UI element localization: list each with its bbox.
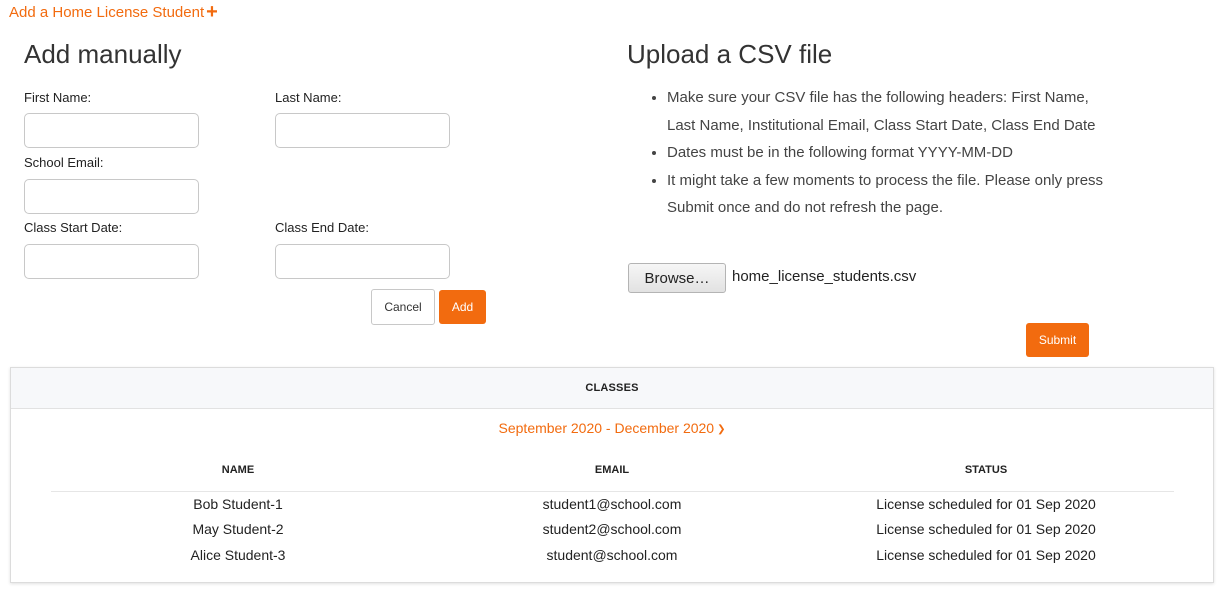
class-end-date-label: Class End Date:: [275, 220, 369, 235]
first-name-input[interactable]: [24, 113, 199, 148]
cancel-button[interactable]: Cancel: [371, 289, 435, 325]
instruction-item: Make sure your CSV file has the followin…: [667, 84, 1108, 139]
last-name-label: Last Name:: [275, 90, 342, 105]
add-manually-title: Add manually: [24, 39, 182, 69]
student-status: License scheduled for 01 Sep 2020: [876, 496, 1096, 512]
first-name-label: First Name:: [24, 90, 92, 105]
classes-header: CLASSES: [11, 368, 1213, 409]
student-status: License scheduled for 01 Sep 2020: [876, 547, 1096, 563]
instruction-item: It might take a few moments to process t…: [667, 167, 1108, 222]
class-end-date-input[interactable]: [275, 244, 450, 279]
class-start-date-label: Class Start Date:: [24, 220, 123, 235]
class-start-date-input[interactable]: [24, 244, 199, 279]
column-header-status: STATUS: [964, 464, 1008, 476]
selected-file-name: home_license_students.csv: [732, 268, 917, 285]
school-email-input[interactable]: [24, 179, 199, 214]
school-email-label: School Email:: [24, 155, 104, 170]
chevron-down-icon: ❯: [717, 424, 726, 435]
add-button[interactable]: Add: [439, 290, 486, 324]
instruction-item: Dates must be in the following format YY…: [667, 139, 1108, 167]
last-name-input[interactable]: [275, 113, 450, 148]
add-home-license-student-link[interactable]: Add a Home License Student +: [9, 1, 218, 23]
upload-csv-title: Upload a CSV file: [627, 39, 833, 69]
submit-button[interactable]: Submit: [1026, 323, 1089, 357]
term-dropdown[interactable]: September 2020 - December 2020 ❯: [11, 420, 1213, 436]
student-email: student@school.com: [546, 547, 678, 563]
student-name: Bob Student-1: [193, 496, 283, 512]
student-email: student1@school.com: [542, 496, 682, 512]
student-name: Alice Student-3: [190, 547, 286, 563]
student-status: License scheduled for 01 Sep 2020: [876, 521, 1096, 537]
browse-file-button[interactable]: Browse…: [628, 263, 726, 293]
add-student-link-label: Add a Home License Student: [9, 4, 205, 21]
student-name: May Student-2: [192, 521, 284, 537]
column-header-name: NAME: [221, 464, 255, 476]
table-divider: [51, 491, 1174, 492]
column-header-email: EMAIL: [594, 464, 630, 476]
classes-panel: CLASSES September 2020 - December 2020 ❯ …: [10, 367, 1214, 583]
plus-icon: +: [206, 1, 218, 23]
term-label: September 2020 - December 2020: [498, 420, 715, 436]
csv-instructions-list: Make sure your CSV file has the followin…: [648, 84, 1108, 222]
student-email: student2@school.com: [542, 521, 682, 537]
